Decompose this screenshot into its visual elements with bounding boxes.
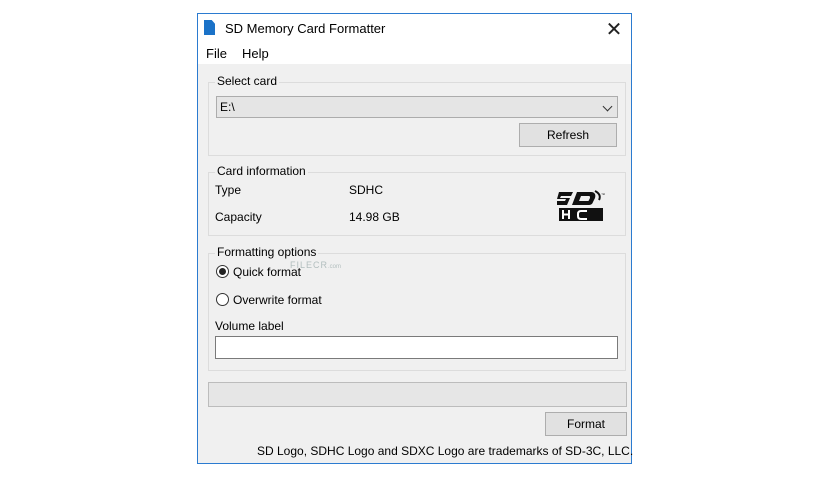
menu-help[interactable]: Help xyxy=(242,46,269,61)
progress-bar xyxy=(208,382,627,407)
title-bar[interactable]: SD Memory Card Formatter ✕ xyxy=(198,14,631,44)
drive-select[interactable]: E:\ xyxy=(216,96,618,118)
volume-label-input[interactable] xyxy=(215,336,618,359)
menu-file[interactable]: File xyxy=(206,46,227,61)
drive-select-value: E:\ xyxy=(220,100,235,114)
formatting-options-title: Formatting options xyxy=(215,245,319,259)
close-icon: ✕ xyxy=(605,18,623,41)
overwrite-format-label[interactable]: Overwrite format xyxy=(233,293,322,307)
card-info-title: Card information xyxy=(215,164,308,178)
menu-bar: File Help xyxy=(198,44,631,64)
type-value: SDHC xyxy=(349,183,384,197)
select-card-title: Select card xyxy=(215,74,280,88)
quick-format-radio[interactable] xyxy=(216,265,229,278)
svg-text:™: ™ xyxy=(601,192,605,197)
refresh-button[interactable]: Refresh xyxy=(519,123,617,147)
chevron-down-icon xyxy=(602,101,613,112)
format-button[interactable]: Format xyxy=(545,412,627,436)
overwrite-format-radio[interactable] xyxy=(216,293,229,306)
trademark-text: SD Logo, SDHC Logo and SDXC Logo are tra… xyxy=(257,444,634,458)
sdhc-logo-icon: ™ xyxy=(557,190,605,221)
select-card-group: Select card E:\ Refresh xyxy=(208,74,626,156)
watermark-text: FILECR.com xyxy=(290,260,342,270)
window-title: SD Memory Card Formatter xyxy=(225,21,386,36)
close-button[interactable]: ✕ xyxy=(597,14,631,44)
sd-card-icon xyxy=(204,20,215,35)
type-label: Type xyxy=(215,183,242,197)
volume-label-caption: Volume label xyxy=(215,319,284,333)
app-window: SD Memory Card Formatter ✕ File Help Sel… xyxy=(197,13,634,464)
capacity-label: Capacity xyxy=(215,210,262,224)
capacity-value: 14.98 GB xyxy=(349,210,400,224)
